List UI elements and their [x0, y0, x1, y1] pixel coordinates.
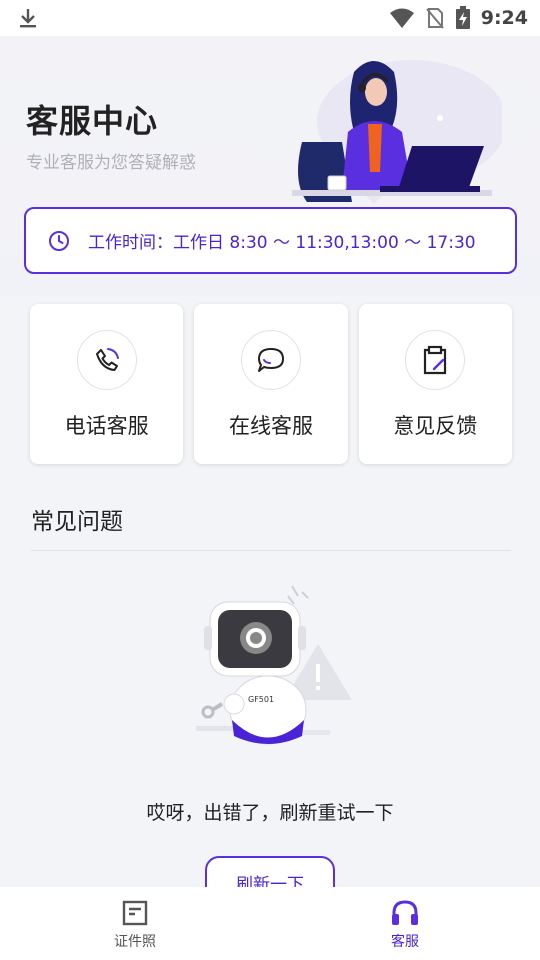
clipboard-edit-icon: [424, 345, 447, 375]
tab-customer-service-label: 客服: [391, 934, 419, 950]
no-sim-icon: [425, 8, 444, 29]
bottom-tab-bar: 证件照 客服: [0, 887, 540, 960]
online-service-card[interactable]: 在线客服: [194, 304, 348, 464]
faq-divider: [31, 550, 511, 551]
tab-id-photo-label: 证件照: [114, 934, 156, 950]
feedback-label: 意见反馈: [393, 414, 478, 438]
status-time: 9:24: [480, 7, 528, 29]
phone-service-card[interactable]: 电话客服: [30, 304, 184, 464]
phone-service-label: 电话客服: [64, 414, 149, 438]
headset-icon: [392, 900, 418, 925]
chat-icon-circle: [240, 330, 301, 390]
chat-icon: [257, 348, 284, 372]
faq-title: 常见问题: [31, 509, 123, 535]
service-cards: 电话客服 在线客服 意见反馈: [30, 304, 512, 464]
document-icon: [122, 900, 148, 926]
robot-badge: GF501: [248, 695, 274, 704]
tab-customer-service[interactable]: 客服: [270, 887, 540, 960]
clipboard-icon-circle: [405, 330, 466, 390]
online-service-label: 在线客服: [228, 414, 313, 438]
battery-charging-icon: [455, 6, 470, 29]
download-icon: [20, 9, 36, 28]
customer-service-illustration: [292, 60, 502, 204]
wifi-icon: [389, 8, 414, 28]
feedback-card[interactable]: 意见反馈: [358, 304, 512, 464]
tab-id-photo[interactable]: 证件照: [0, 887, 270, 960]
error-robot-illustration: GF501: [196, 585, 352, 745]
clock-icon: [49, 230, 69, 251]
phone-icon-circle: [76, 330, 137, 390]
page-subtitle: 专业客服为您答疑解惑: [26, 153, 196, 173]
status-bar: 9:24: [0, 0, 540, 36]
error-message: 哎呀，出错了，刷新重试一下: [146, 802, 394, 824]
phone-icon: [95, 348, 119, 371]
page-title: 客服中心: [26, 102, 159, 140]
working-hours-banner: 工作时间：工作日 8:30 ～ 11:30,13:00 ～ 17:30: [24, 207, 517, 274]
working-hours-text: 工作时间：工作日 8:30 ～ 11:30,13:00 ～ 17:30: [88, 233, 476, 253]
